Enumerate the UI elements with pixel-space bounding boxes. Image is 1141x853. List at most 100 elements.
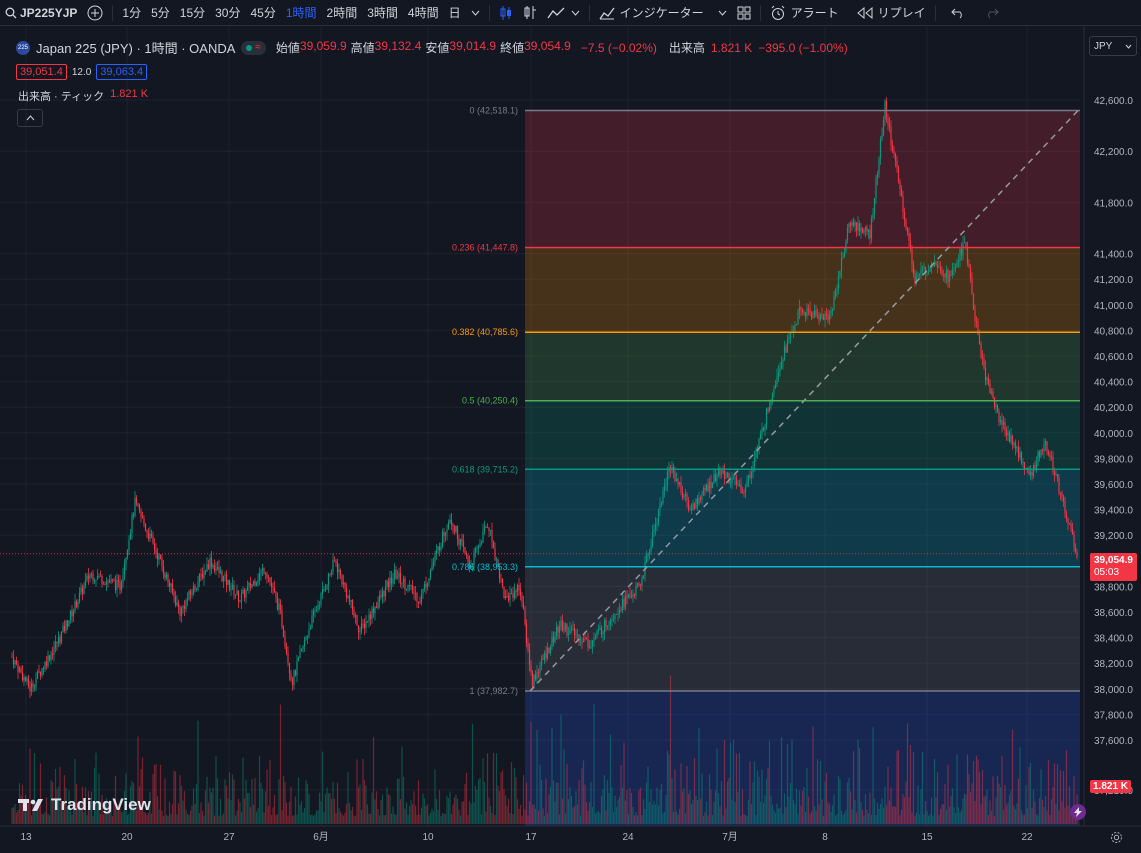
interval-9[interactable]: 日	[444, 0, 466, 25]
interval-6[interactable]: 2時間	[322, 0, 363, 25]
bid-button[interactable]: 39,051.4	[16, 64, 67, 80]
volume-bar	[758, 776, 760, 824]
undo-button[interactable]	[946, 0, 970, 25]
volume-bar	[543, 815, 546, 824]
replay-button[interactable]: リプレイ	[852, 0, 931, 25]
volume-bar	[459, 815, 462, 824]
interval-2[interactable]: 15分	[175, 0, 210, 25]
fib-level-label: 0.786 (38,953.3)	[452, 562, 518, 572]
volume-bar	[423, 798, 426, 824]
volume-bar	[1005, 805, 1008, 824]
volume-bar	[963, 793, 966, 824]
interval-0[interactable]: 1分	[117, 0, 146, 25]
templates-button[interactable]	[732, 0, 756, 25]
line-style-button[interactable]	[542, 0, 585, 25]
add-symbol-button[interactable]	[82, 0, 108, 25]
volume-bar	[926, 810, 928, 824]
symbol-search[interactable]: JP225YJP	[0, 0, 82, 25]
candle-body	[858, 223, 861, 232]
volume-bar	[677, 814, 679, 824]
volume-bar	[372, 737, 375, 824]
candle-body	[513, 590, 516, 598]
volume-bar	[762, 802, 765, 824]
tradingview-logo[interactable]: TradingView	[18, 795, 151, 815]
candle-body	[426, 582, 429, 588]
volume-bar	[363, 780, 366, 824]
candle-body	[273, 587, 276, 593]
candle-body	[630, 595, 633, 597]
currency-selector[interactable]: JPY	[1089, 36, 1137, 56]
interval-1[interactable]: 5分	[146, 0, 175, 25]
volume-bar	[263, 812, 265, 824]
candle-body	[405, 589, 408, 591]
volume-bar	[398, 778, 400, 824]
replay-label: リプレイ	[877, 6, 926, 20]
indicators-button[interactable]: インジケーター	[594, 0, 732, 25]
bar-style-button[interactable]	[518, 0, 542, 25]
candle-body	[234, 595, 237, 596]
volume-bar	[210, 792, 213, 824]
candle-body	[983, 358, 985, 369]
price-axis-bg	[1084, 26, 1141, 826]
candle-body	[450, 519, 453, 525]
volume-bar	[177, 803, 180, 824]
volume-bar	[845, 810, 847, 824]
volume-bar	[830, 811, 832, 824]
volume-bar	[606, 780, 609, 824]
volume-bar	[455, 794, 457, 824]
interval-8[interactable]: 4時間	[403, 0, 444, 25]
tick-volume-label[interactable]: 出来高 · ティック	[18, 88, 104, 104]
alert-button[interactable]: アラート	[765, 0, 844, 25]
volume-bar	[557, 782, 559, 824]
price-chart[interactable]: 0 (42,518.1) 0.236 (41,447.8) 0.382 (40,78…	[0, 26, 1141, 853]
candle-body	[341, 575, 343, 585]
volume-bar	[867, 813, 870, 824]
price-axis-label: 41,800.0	[1094, 198, 1133, 209]
candle-body	[696, 498, 699, 504]
volume-bar	[725, 808, 727, 824]
interval-dropdown[interactable]	[466, 0, 485, 25]
candle-body	[989, 383, 991, 394]
quick-action-button[interactable]	[1070, 804, 1086, 820]
candle-body	[836, 289, 838, 291]
redo-button[interactable]	[980, 0, 1004, 25]
symbol-title[interactable]: Japan 225 (JPY) · 1時間 · OANDA	[36, 38, 235, 57]
candle-body	[891, 144, 894, 152]
volume-bar	[1058, 810, 1060, 824]
collapse-legend-button[interactable]	[17, 109, 43, 127]
volume-bar	[836, 814, 838, 824]
candle-body	[386, 581, 388, 587]
market-status-badge[interactable]: ≈	[241, 40, 266, 55]
interval-4[interactable]: 45分	[245, 0, 280, 25]
candles-style-button[interactable]	[494, 0, 518, 25]
volume-bar	[327, 793, 330, 824]
candle-body	[338, 569, 340, 573]
volume-bar	[384, 815, 387, 824]
candle-body	[276, 597, 279, 610]
volume-bar	[657, 805, 660, 824]
candle-body	[272, 586, 274, 588]
volume-bar	[42, 814, 45, 824]
volume-bar	[324, 794, 327, 824]
volume-bar	[776, 803, 778, 824]
interval-3[interactable]: 30分	[210, 0, 245, 25]
volume-bar	[168, 801, 171, 824]
volume-bar	[840, 810, 843, 824]
volume-bar	[689, 790, 691, 824]
volume-bar	[675, 811, 678, 824]
candle-body	[881, 135, 883, 140]
candle-body	[743, 492, 745, 494]
volume-bar	[890, 787, 892, 824]
interval-7[interactable]: 3時間	[362, 0, 403, 25]
volume-bar	[978, 772, 981, 824]
volume-bar	[636, 815, 639, 824]
chart-settings-button[interactable]	[1108, 829, 1124, 845]
interval-5[interactable]: 1時間	[281, 0, 322, 25]
volume-bar	[420, 807, 423, 824]
candle-body	[1055, 474, 1057, 475]
volume-bar	[786, 743, 789, 824]
volume-bar	[1061, 801, 1063, 824]
ask-button[interactable]: 39,063.4	[96, 64, 148, 80]
candle-body	[914, 273, 916, 283]
candle-body	[576, 634, 579, 636]
